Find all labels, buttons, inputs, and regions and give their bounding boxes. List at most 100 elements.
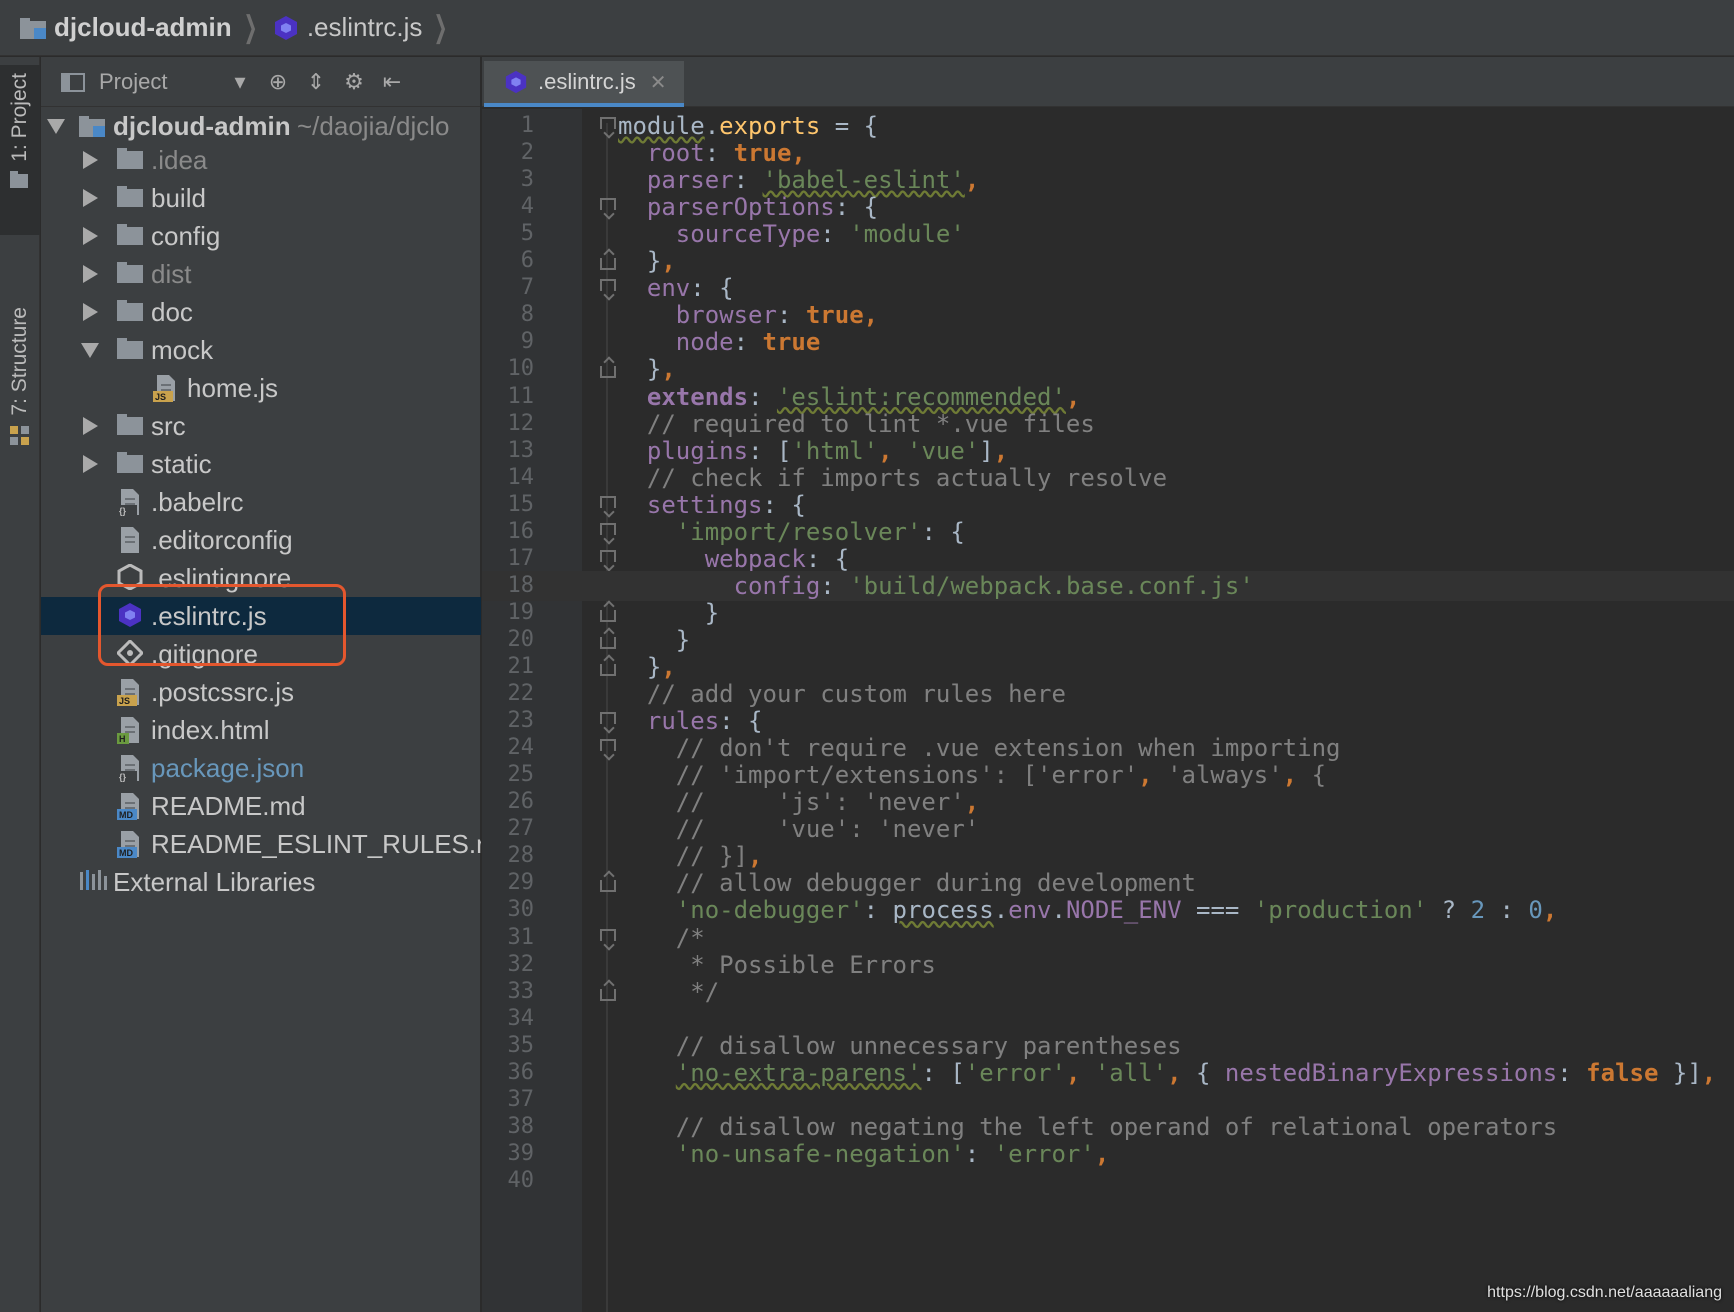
tree-libraries[interactable]: External Libraries: [41, 863, 481, 901]
code-line[interactable]: 25 // 'import/extensions': ['error', 'al…: [482, 760, 1734, 790]
fold-close-icon[interactable]: [600, 880, 616, 893]
code-line[interactable]: 14 // check if imports actually resolve: [482, 463, 1734, 493]
tree-folder[interactable]: src: [41, 407, 481, 445]
tree-file[interactable]: {} package.json: [41, 749, 481, 787]
expand-arrow-icon[interactable]: [83, 189, 98, 207]
fold-close-icon[interactable]: [600, 636, 616, 649]
fold-open-icon[interactable]: [600, 739, 616, 752]
tree-folder[interactable]: doc: [41, 293, 481, 331]
expand-arrow-icon[interactable]: [47, 119, 65, 134]
fold-open-icon[interactable]: [600, 549, 616, 562]
tree-file[interactable]: {} .babelrc: [41, 483, 481, 521]
code-line[interactable]: 15 settings: {: [482, 490, 1734, 520]
code-line[interactable]: 38 // disallow negating the left operand…: [482, 1112, 1734, 1142]
tree-root[interactable]: djcloud-admin ~/daojia/djclo: [41, 107, 481, 145]
fold-close-icon[interactable]: [600, 366, 616, 379]
gear-icon[interactable]: ⚙: [339, 67, 369, 97]
code-line[interactable]: 27 // 'vue': 'never': [482, 814, 1734, 844]
code-line[interactable]: 6 },: [482, 246, 1734, 276]
fold-open-icon[interactable]: [600, 522, 616, 535]
code-line[interactable]: 16 'import/resolver': {: [482, 517, 1734, 547]
code-line[interactable]: 8 browser: true,: [482, 300, 1734, 330]
code-line[interactable]: 3 parser: 'babel-eslint',: [482, 165, 1734, 195]
close-icon[interactable]: ✕: [650, 70, 667, 95]
expand-arrow-icon[interactable]: [83, 265, 98, 283]
fold-open-icon[interactable]: [600, 495, 616, 508]
tree-file[interactable]: .eslintrc.js: [41, 597, 481, 635]
project-view-selector[interactable]: Project: [99, 69, 219, 95]
code-line[interactable]: 28 // }],: [482, 841, 1734, 871]
tree-file[interactable]: JS .postcssrc.js: [41, 673, 481, 711]
fold-close-icon[interactable]: [600, 664, 616, 676]
locate-icon[interactable]: ⊕: [263, 67, 293, 97]
tree-file[interactable]: JS home.js: [41, 369, 481, 407]
expand-arrow-icon[interactable]: [83, 417, 98, 435]
code-line[interactable]: 32 * Possible Errors: [482, 950, 1734, 980]
tree-file[interactable]: MD README_ESLINT_RULES.r: [41, 825, 481, 863]
code-line[interactable]: 26 // 'js': 'never',: [482, 787, 1734, 817]
expand-arrow-icon[interactable]: [83, 227, 98, 245]
code-line[interactable]: 34: [482, 1004, 1734, 1034]
code-text: 'no-extra-parens': ['error', 'all', { ne…: [675, 1058, 1717, 1087]
code-line[interactable]: 37: [482, 1085, 1734, 1115]
expand-arrow-icon[interactable]: [83, 151, 98, 169]
code-line[interactable]: 13 plugins: ['html', 'vue'],: [482, 436, 1734, 466]
tree-file[interactable]: .gitignore: [41, 635, 481, 673]
tree-folder[interactable]: .idea: [41, 141, 481, 179]
collapse-all-icon[interactable]: ⇕: [301, 67, 331, 97]
code-line[interactable]: 30 'no-debugger': process.env.NODE_ENV =…: [482, 895, 1734, 925]
code-line[interactable]: 29 // allow debugger during development: [482, 868, 1734, 898]
hide-panel-icon[interactable]: ⇤: [377, 67, 407, 97]
tree-file[interactable]: MD README.md: [41, 787, 481, 825]
breadcrumb-project[interactable]: djcloud-admin: [20, 12, 232, 43]
code-line[interactable]: 18 config: 'build/webpack.base.conf.js': [482, 570, 1734, 601]
code-line[interactable]: 40: [482, 1166, 1734, 1196]
expand-arrow-icon[interactable]: [83, 455, 98, 473]
code-line[interactable]: 19 }: [482, 598, 1734, 628]
tree-folder[interactable]: dist: [41, 255, 481, 293]
fold-open-icon[interactable]: [600, 117, 616, 129]
code-line[interactable]: 9 node: true: [482, 327, 1734, 357]
code-line[interactable]: 35 // disallow unnecessary parentheses: [482, 1031, 1734, 1061]
code-line[interactable]: 1 module.exports = {: [482, 111, 1734, 141]
tree-file[interactable]: Hindex.html: [41, 711, 481, 749]
fold-close-icon[interactable]: [600, 988, 616, 1001]
code-line[interactable]: 2 root: true,: [482, 138, 1734, 168]
code-line[interactable]: 39 'no-unsafe-negation': 'error',: [482, 1139, 1734, 1169]
expand-arrow-icon[interactable]: [83, 303, 98, 321]
code-line[interactable]: 33 */: [482, 977, 1734, 1007]
code-line[interactable]: 17 webpack: {: [482, 544, 1734, 574]
project-panel: Project ▾ ⊕ ⇕ ⚙ ⇤ djcloud-admin ~/daojia/…: [41, 57, 481, 1312]
fold-close-icon[interactable]: [600, 609, 616, 622]
code-line[interactable]: 12 // required to lint *.vue files: [482, 409, 1734, 439]
code-line[interactable]: 24 // don't require .vue extension when …: [482, 733, 1734, 763]
breadcrumb-file[interactable]: .eslintrc.js: [273, 12, 422, 43]
code-line[interactable]: 10 },: [482, 354, 1734, 384]
collapse-arrow-icon[interactable]: [81, 343, 99, 358]
fold-open-icon[interactable]: [600, 279, 616, 292]
tool-tab-project[interactable]: 1: Project: [0, 65, 40, 235]
fold-open-icon[interactable]: [600, 198, 616, 211]
code-line[interactable]: 4 parserOptions: {: [482, 192, 1734, 222]
code-line[interactable]: 11 extends: 'eslint:recommended',: [482, 382, 1734, 412]
code-line[interactable]: 22 // add your custom rules here: [482, 679, 1734, 709]
tool-tab-structure[interactable]: 7: Structure: [0, 247, 40, 467]
editor-tab-eslintrc[interactable]: .eslintrc.js ✕: [484, 61, 684, 107]
code-line[interactable]: 20 }: [482, 625, 1734, 655]
tree-folder[interactable]: static: [41, 445, 481, 483]
code-line[interactable]: 7 env: {: [482, 273, 1734, 303]
fold-close-icon[interactable]: [600, 258, 616, 271]
tree-file[interactable]: .eslintignore: [41, 559, 481, 597]
tree-folder[interactable]: config: [41, 217, 481, 255]
tree-file[interactable]: .editorconfig: [41, 521, 481, 559]
code-line[interactable]: 21 },: [482, 652, 1734, 682]
chevron-down-icon[interactable]: ▾: [225, 67, 255, 97]
code-line[interactable]: 31 /*: [482, 923, 1734, 953]
tree-folder[interactable]: mock: [41, 331, 481, 369]
tree-folder[interactable]: build: [41, 179, 481, 217]
fold-open-icon[interactable]: [600, 712, 616, 725]
code-line[interactable]: 36 'no-extra-parens': ['error', 'all', {…: [482, 1058, 1734, 1088]
code-line[interactable]: 23 rules: {: [482, 706, 1734, 736]
code-line[interactable]: 5 sourceType: 'module': [482, 219, 1734, 249]
fold-open-icon[interactable]: [600, 928, 616, 941]
